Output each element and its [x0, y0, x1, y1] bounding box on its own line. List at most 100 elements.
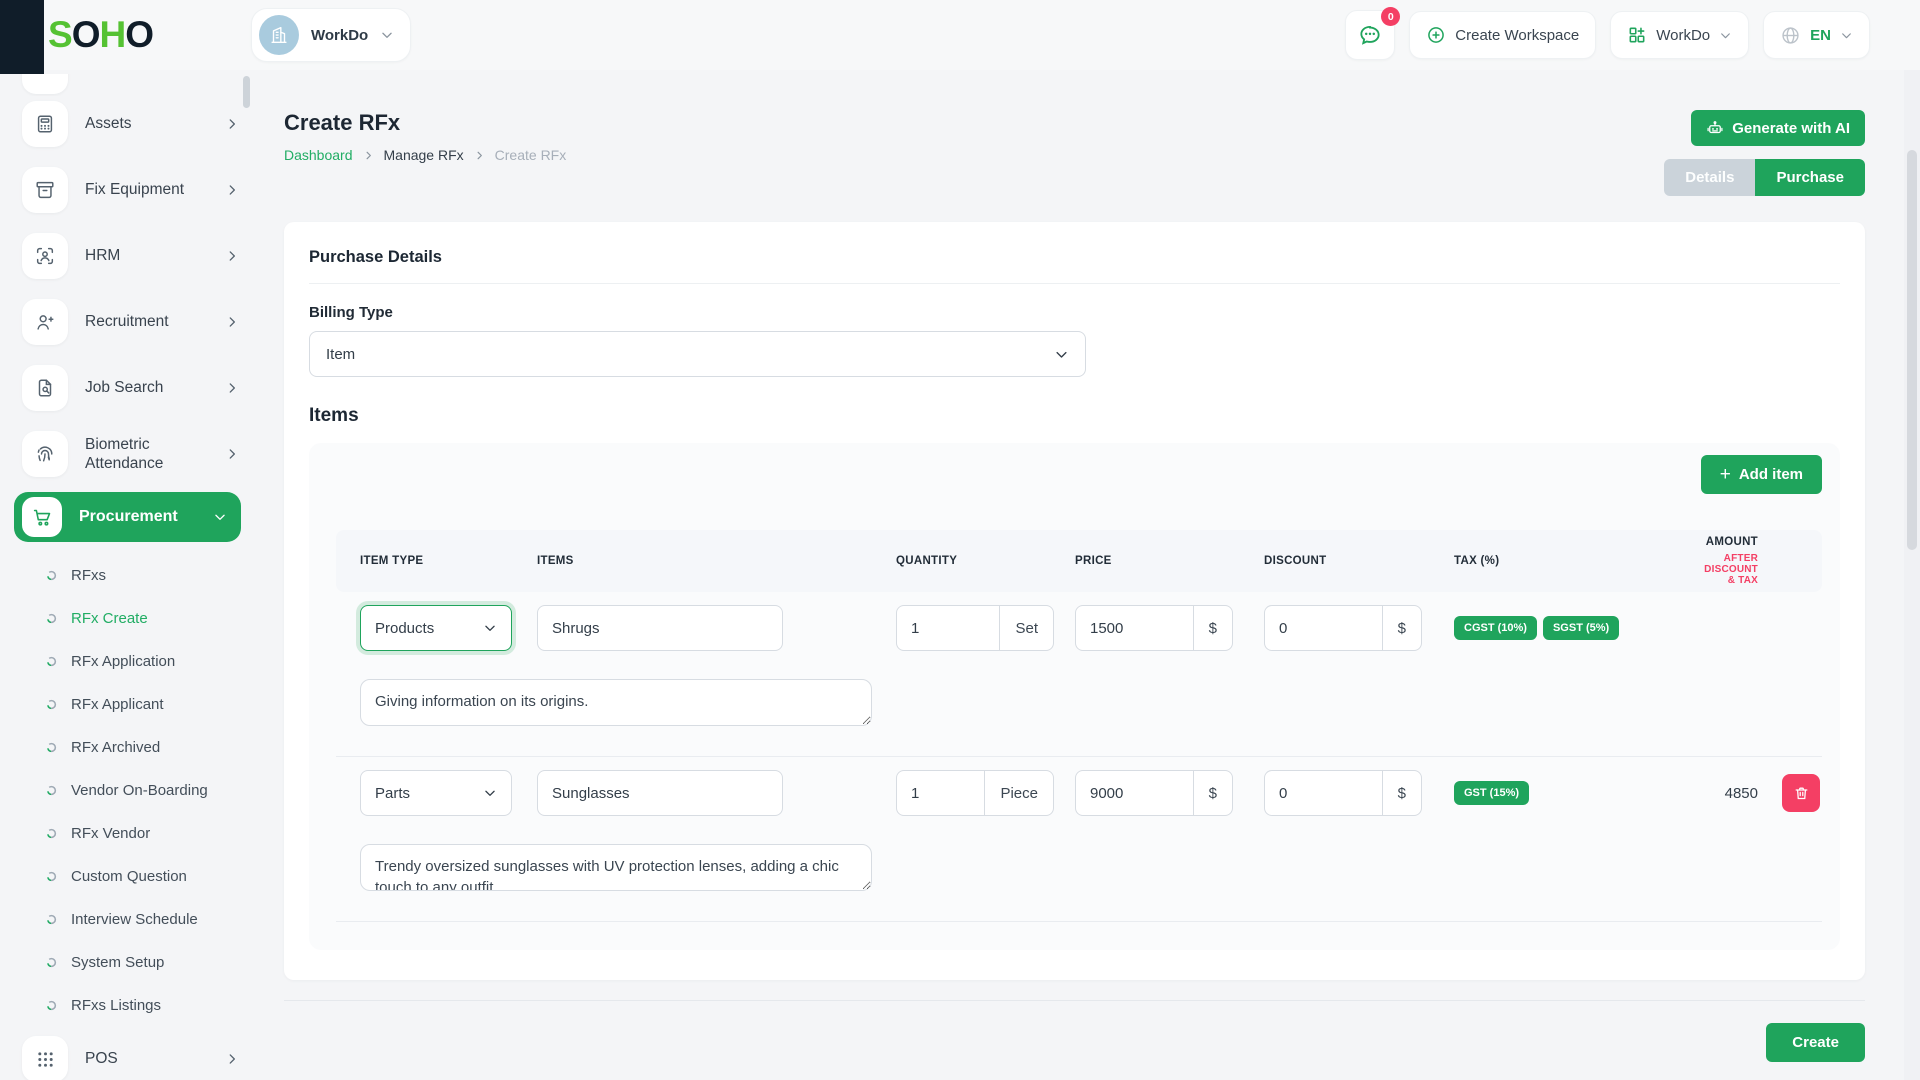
generate-with-ai-label: Generate with AI [1732, 120, 1850, 137]
logo-letter: O [72, 14, 100, 56]
sidebar-subitem-rfx-vendor[interactable]: RFx Vendor [0, 812, 255, 855]
create-workspace-label: Create Workspace [1455, 27, 1579, 44]
building-icon [268, 24, 290, 46]
sidebar-item-job-search[interactable]: Job Search [0, 360, 255, 416]
language-code: EN [1810, 27, 1831, 44]
chevron-right-icon [225, 1052, 239, 1066]
sidebar-item-label: Biometric Attendance [85, 435, 208, 474]
app-window: SOHO WorkDo 0 Create Workspace WorkDo [0, 0, 1920, 1080]
language-selector[interactable]: EN [1763, 11, 1870, 59]
col-tax: TAX (%) [1454, 555, 1694, 567]
sidebar-subitem-label: Interview Schedule [71, 911, 198, 928]
scan-user-icon [22, 233, 68, 279]
sidebar-scrollbar-thumb[interactable] [243, 76, 250, 108]
breadcrumb-current: Create RFx [495, 147, 567, 163]
ring-bullet-icon [46, 828, 57, 839]
page-title-block: Create RFx Dashboard Manage RFx Create R… [284, 110, 566, 163]
add-item-button[interactable]: + Add item [1701, 455, 1822, 494]
sidebar-subitem-rfx-create[interactable]: RFx Create [0, 597, 255, 640]
quantity-input[interactable] [897, 606, 999, 650]
sidebar-subitem-rfxs[interactable]: RFxs [0, 554, 255, 597]
corner-dark-block [0, 0, 44, 74]
sidebar-subitem-label: RFx Applicant [71, 696, 164, 713]
grid-dots-icon [22, 1036, 68, 1080]
form-step-tabs: Details Purchase [1664, 159, 1865, 196]
chevron-right-icon [225, 117, 239, 131]
price-input[interactable] [1076, 606, 1193, 650]
sidebar-subitem-label: RFx Application [71, 653, 175, 670]
section-divider [309, 283, 1840, 284]
plus-icon: + [1720, 465, 1731, 484]
discount-input[interactable] [1265, 771, 1382, 815]
tab-details[interactable]: Details [1664, 159, 1755, 196]
ring-bullet-icon [46, 871, 57, 882]
sidebar-item-procurement[interactable]: Procurement [14, 492, 241, 542]
ring-bullet-icon [46, 1000, 57, 1011]
sidebar-item-partial[interactable] [0, 74, 255, 96]
section-title: Purchase Details [309, 248, 1840, 267]
tab-purchase[interactable]: Purchase [1755, 159, 1865, 196]
chat-bubble-icon [1357, 22, 1383, 48]
item-description-textarea[interactable]: Trendy oversized sunglasses with UV prot… [360, 844, 872, 891]
sidebar-item-hrm[interactable]: HRM [0, 228, 255, 284]
sidebar-subitem-label: RFxs [71, 567, 106, 584]
sidebar-item-assets[interactable]: Assets [0, 96, 255, 152]
sidebar-subitem-rfxs-listings[interactable]: RFxs Listings [0, 984, 255, 1027]
ring-bullet-icon [46, 914, 57, 925]
billing-type-select[interactable]: Item [309, 331, 1086, 377]
breadcrumb-manage-rfx-link[interactable]: Manage RFx [384, 147, 464, 163]
delete-item-button[interactable] [1782, 774, 1820, 812]
sidebar-item-pos[interactable]: POS [0, 1031, 255, 1080]
quantity-input[interactable] [897, 771, 984, 815]
app-logo: SOHO [48, 14, 153, 56]
messenger-button[interactable]: 0 [1345, 10, 1395, 60]
col-quantity: QUANTITY [896, 555, 1075, 567]
sidebar-item-fix-equipment[interactable]: Fix Equipment [0, 162, 255, 218]
quantity-group: Set [896, 605, 1054, 651]
fingerprint-icon [22, 431, 68, 477]
calculator-icon [22, 101, 68, 147]
page-header: Create RFx Dashboard Manage RFx Create R… [284, 110, 1865, 196]
items-panel: + Add item ITEM TYPE ITEMS QUANTITY PRIC… [309, 443, 1840, 950]
generate-with-ai-button[interactable]: Generate with AI [1691, 110, 1865, 146]
sidebar-subitem-rfx-application[interactable]: RFx Application [0, 640, 255, 683]
sidebar-item-recruitment[interactable]: Recruitment [0, 294, 255, 350]
price-input[interactable] [1076, 771, 1193, 815]
page-scrollbar-thumb[interactable] [1907, 150, 1917, 550]
workspace-switcher[interactable]: WorkDo [251, 8, 411, 62]
create-workspace-button[interactable]: Create Workspace [1409, 11, 1596, 59]
account-menu-button[interactable]: WorkDo [1610, 11, 1749, 59]
sidebar-subitem-custom-question[interactable]: Custom Question [0, 855, 255, 898]
logo-letter: H [99, 14, 125, 56]
item-description-textarea[interactable]: Giving information on its origins. [360, 679, 872, 726]
sidebar-subitem-system-setup[interactable]: System Setup [0, 941, 255, 984]
chevron-right-icon [225, 183, 239, 197]
sidebar-subitem-interview-schedule[interactable]: Interview Schedule [0, 898, 255, 941]
sidebar-item-label: Assets [85, 114, 208, 133]
breadcrumb-dashboard-link[interactable]: Dashboard [284, 147, 353, 163]
workspace-name: WorkDo [311, 27, 368, 44]
page-scrollbar-track[interactable] [1904, 70, 1920, 1080]
sidebar-subitem-rfx-applicant[interactable]: RFx Applicant [0, 683, 255, 726]
account-menu-label: WorkDo [1656, 27, 1710, 44]
discount-group: $ [1264, 605, 1422, 651]
col-item-type: ITEM TYPE [360, 555, 537, 567]
sidebar-item-label: Fix Equipment [85, 180, 208, 199]
item-name-input[interactable] [537, 770, 783, 816]
item-type-select[interactable]: Parts [360, 770, 512, 816]
page-actions: Generate with AI Details Purchase [1664, 110, 1865, 196]
item-row: Products Set [336, 605, 1822, 651]
form-footer: Create [284, 1000, 1865, 1062]
sidebar-subitem-rfx-archived[interactable]: RFx Archived [0, 726, 255, 769]
create-button[interactable]: Create [1766, 1023, 1865, 1062]
grid-plus-icon [1627, 25, 1647, 45]
archive-box-icon [22, 167, 68, 213]
item-name-input[interactable] [537, 605, 783, 651]
discount-input[interactable] [1265, 606, 1382, 650]
sidebar-item-biometric-attendance[interactable]: Biometric Attendance [0, 426, 255, 482]
items-section-title: Items [309, 405, 1840, 427]
item-type-select[interactable]: Products [360, 605, 512, 651]
chevron-down-icon [380, 28, 394, 42]
billing-type-value: Item [326, 346, 1054, 363]
sidebar-subitem-vendor-onboarding[interactable]: Vendor On-Boarding [0, 769, 255, 812]
